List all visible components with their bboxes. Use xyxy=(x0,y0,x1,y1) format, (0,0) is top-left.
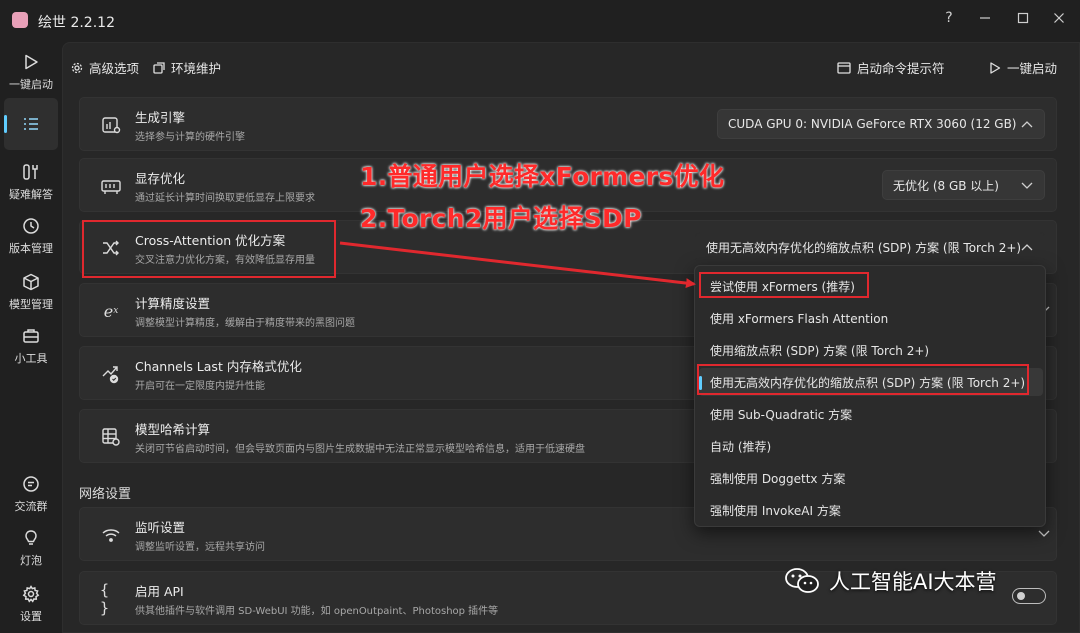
maximize-icon xyxy=(1017,12,1029,24)
minimize-icon xyxy=(980,17,990,19)
history-icon xyxy=(21,216,41,236)
sidebar-item-troubleshoot[interactable]: 疑难解答 xyxy=(4,162,58,202)
card-subtitle: 调整模型计算精度，缓解由于精度带来的黑图问题 xyxy=(135,318,355,329)
select-value: CUDA GPU 0: NVIDIA GeForce RTX 3060 (12 … xyxy=(728,117,1017,131)
toolbox-icon xyxy=(21,326,41,346)
gear-icon xyxy=(21,584,41,604)
card-title: 监听设置 xyxy=(135,520,186,535)
sidebar-item-launch[interactable]: 一键启动 xyxy=(4,52,58,92)
annotation-box-setting xyxy=(82,220,336,278)
terminal-icon xyxy=(837,61,851,74)
maintenance-icon xyxy=(153,61,165,74)
memory-icon xyxy=(100,176,122,196)
chevron-up-icon xyxy=(1021,121,1033,128)
close-button[interactable] xyxy=(1044,6,1074,30)
maximize-button[interactable] xyxy=(1008,6,1038,30)
sidebar-item-label: 一键启动 xyxy=(9,78,53,91)
card-title: 模型哈希计算 xyxy=(135,422,211,437)
title-bar: 绘世 2.2.12 ? xyxy=(0,0,1080,40)
card-title: Channels Last 内存格式优化 xyxy=(135,359,302,374)
tab-environment[interactable]: 环境维护 xyxy=(153,58,221,77)
section-network: 网络设置 xyxy=(79,487,132,502)
tab-advanced[interactable]: 高级选项 xyxy=(71,58,139,77)
card-subtitle: 选择参与计算的硬件引擎 xyxy=(135,132,245,143)
one-click-launch-button[interactable]: 一键启动 xyxy=(989,58,1057,77)
card-title: 计算精度设置 xyxy=(135,296,211,311)
annotation-text-xformers: 1.普通用户选择xFormers优化 xyxy=(360,162,725,191)
dropdown-option[interactable]: 强制使用 Doggettx 方案 xyxy=(699,464,1043,492)
sidebar-item-settings[interactable]: 设置 xyxy=(4,584,58,624)
select-value: 无优化 (8 GB 以上) xyxy=(893,178,999,193)
sidebar-item-label: 设置 xyxy=(20,610,42,623)
card-title: 生成引擎 xyxy=(135,110,186,125)
chevron-down-icon[interactable] xyxy=(1038,526,1050,540)
braces-icon: { } xyxy=(100,581,110,617)
sidebar-item-models[interactable]: 模型管理 xyxy=(4,272,58,312)
app-title: 绘世 2.2.12 xyxy=(38,15,115,31)
card-subtitle: 调整监听设置，远程共享访问 xyxy=(135,542,265,553)
card-subtitle: 关闭可节省启动时间，但会导致页面内与图片生成数据中无法正常显示模型哈希信息，适用… xyxy=(135,444,585,455)
dropdown-option[interactable]: 强制使用 InvokeAI 方案 xyxy=(699,496,1043,524)
app-logo-icon xyxy=(12,12,28,28)
wrench-icon xyxy=(21,162,41,182)
card-subtitle: 供其他插件与软件调用 SD-WebUI 功能，如 openOutpaint、Ph… xyxy=(135,606,499,617)
chip-icon xyxy=(100,115,122,135)
cross-attention-select[interactable]: 使用无高效内存优化的缩放点积 (SDP) 方案 (限 Torch 2+) xyxy=(695,232,1045,262)
watermark-text: 人工智能AI大本营 xyxy=(829,570,997,594)
sidebar-item-advanced[interactable] xyxy=(4,98,58,150)
sidebar-item-label: 小工具 xyxy=(14,352,48,365)
chat-icon xyxy=(21,474,41,494)
wifi-icon xyxy=(100,525,122,545)
watermark: 人工智能AI大本营 xyxy=(783,566,997,596)
cube-icon xyxy=(21,272,41,292)
help-button[interactable]: ? xyxy=(934,6,964,30)
card-subtitle: 通过延长计算时间换取更低显存上限要求 xyxy=(135,193,315,204)
annotation-box-sdp xyxy=(697,364,1029,395)
dropdown-option[interactable]: 使用 Sub-Quadratic 方案 xyxy=(699,400,1043,428)
chevron-up-icon xyxy=(1021,244,1033,251)
close-icon xyxy=(1054,13,1064,23)
sidebar-item-label: 交流群 xyxy=(14,500,48,513)
dropdown-option[interactable]: 使用缩放点积 (SDP) 方案 (限 Torch 2+) xyxy=(699,336,1043,364)
annotation-box-xformers xyxy=(699,272,869,298)
select-value: 使用无高效内存优化的缩放点积 (SDP) 方案 (限 Torch 2+) xyxy=(706,240,1022,255)
play-icon xyxy=(989,61,1001,74)
list-icon xyxy=(21,114,41,134)
exponent-icon: ex xyxy=(103,301,119,321)
gear-icon xyxy=(71,62,83,74)
sidebar-item-label: 灯泡 xyxy=(20,554,42,567)
engine-select[interactable]: CUDA GPU 0: NVIDIA GeForce RTX 3060 (12 … xyxy=(717,109,1045,139)
chevron-down-icon xyxy=(1021,182,1033,189)
trend-check-icon xyxy=(100,364,122,384)
sidebar-item-label: 模型管理 xyxy=(9,298,53,311)
api-toggle[interactable] xyxy=(1012,588,1046,604)
wechat-icon xyxy=(785,568,819,593)
sidebar-item-label: 疑难解答 xyxy=(9,188,53,201)
annotation-text-sdp: 2.Torch2用户选择SDP xyxy=(360,204,642,233)
card-title: 启用 API xyxy=(135,584,184,599)
card-generation-engine: 生成引擎 选择参与计算的硬件引擎 CUDA GPU 0: NVIDIA GeFo… xyxy=(79,97,1057,151)
card-title: 显存优化 xyxy=(135,171,186,186)
sidebar-item-bulb[interactable]: 灯泡 xyxy=(4,528,58,568)
cross-attention-dropdown: 尝试使用 xFormers (推荐) 使用 xFormers Flash Att… xyxy=(694,265,1046,527)
top-toolbar: 高级选项 环境维护 启动命令提示符 一键启动 xyxy=(63,43,1080,89)
minimize-button[interactable] xyxy=(970,6,1000,30)
vram-select[interactable]: 无优化 (8 GB 以上) xyxy=(882,170,1045,200)
sidebar-item-tools[interactable]: 小工具 xyxy=(4,326,58,366)
sidebar-item-versions[interactable]: 版本管理 xyxy=(4,216,58,256)
command-prompt-button[interactable]: 启动命令提示符 xyxy=(837,58,945,77)
dropdown-option[interactable]: 自动 (推荐) xyxy=(699,432,1043,460)
sidebar-item-label: 版本管理 xyxy=(9,242,53,255)
card-subtitle: 开启可在一定限度内提升性能 xyxy=(135,381,265,392)
dropdown-option[interactable]: 使用 xFormers Flash Attention xyxy=(699,304,1043,332)
play-icon xyxy=(21,52,41,72)
bulb-icon xyxy=(21,528,41,548)
table-icon xyxy=(100,427,122,447)
sidebar-item-community[interactable]: 交流群 xyxy=(4,474,58,514)
sidebar: 一键启动 疑难解答 版本管理 模型管理 小工具 交流群 灯泡 设置 xyxy=(0,40,62,633)
